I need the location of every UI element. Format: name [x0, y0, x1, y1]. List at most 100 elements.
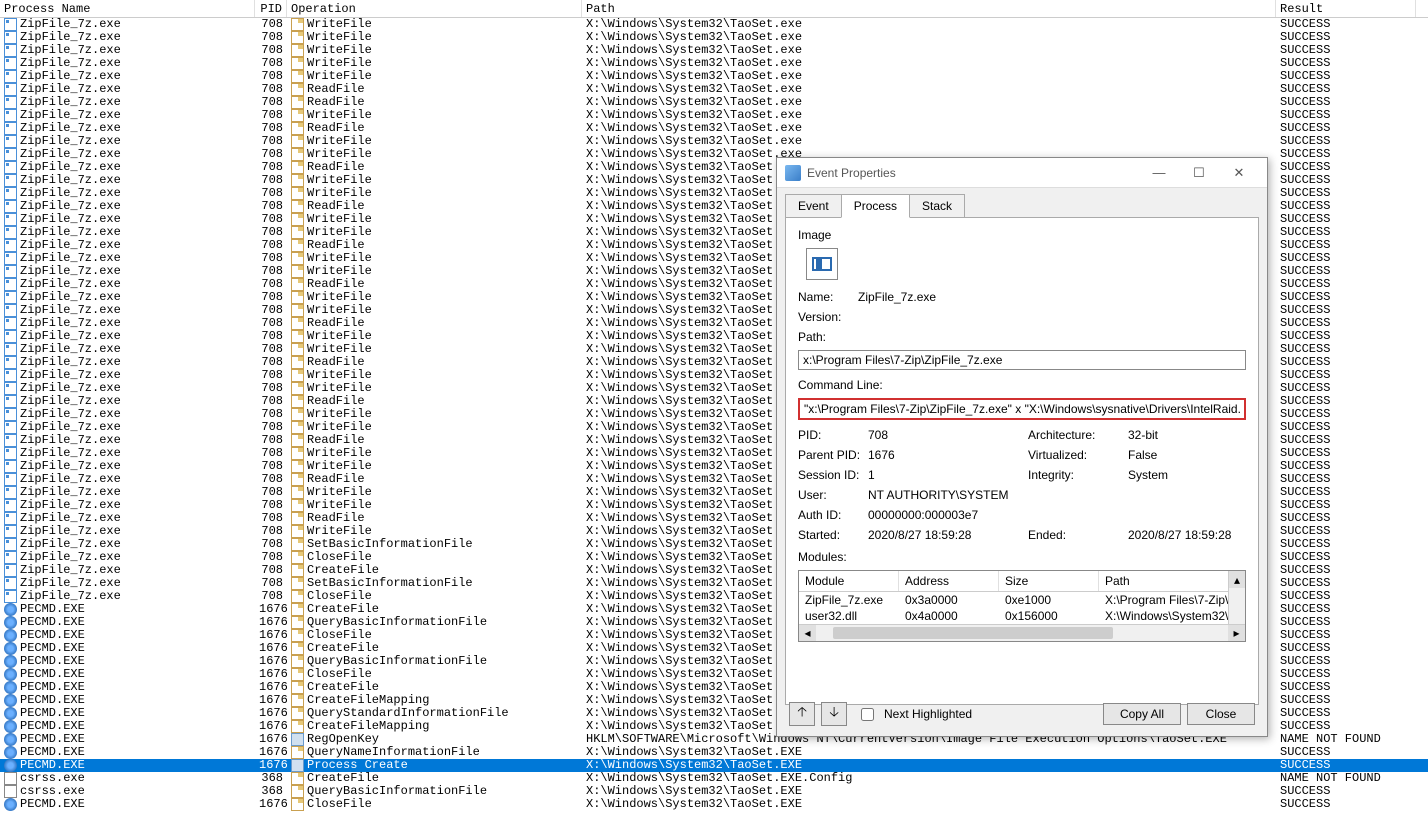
process-icon [4, 226, 17, 239]
modules-vscroll[interactable]: ▴ [1228, 571, 1245, 624]
operation-value: WriteFile [307, 135, 372, 148]
operation-value: SetBasicInformationFile [307, 538, 473, 551]
operation-icon [291, 681, 304, 694]
modules-header-address[interactable]: Address [899, 571, 999, 591]
operation-value: CloseFile [307, 629, 372, 642]
scroll-right-icon[interactable]: ▸ [1228, 625, 1245, 641]
pid-value: 708 [255, 395, 287, 408]
table-row[interactable]: ZipFile_7z.exe708WriteFileX:\Windows\Sys… [0, 18, 1428, 31]
operation-icon [291, 707, 304, 720]
process-icon [4, 499, 17, 512]
ended-label: Ended: [1028, 528, 1128, 542]
table-row[interactable]: ZipFile_7z.exe708WriteFileX:\Windows\Sys… [0, 109, 1428, 122]
process-icon [4, 395, 17, 408]
process-icon [4, 694, 17, 707]
pid-value: 708 [255, 44, 287, 57]
process-icon [4, 369, 17, 382]
path-value: X:\Windows\System32\TaoSet.EXE [582, 759, 1276, 772]
operation-icon [291, 57, 304, 70]
modules-table[interactable]: Module Address Size Path ZipFile_7z.exe0… [798, 570, 1246, 642]
cmdline-input[interactable] [798, 398, 1246, 420]
modules-hscroll[interactable]: ◂ ▸ [799, 624, 1245, 641]
result-value: SUCCESS [1276, 83, 1416, 96]
result-value: SUCCESS [1276, 252, 1416, 265]
table-row[interactable]: PECMD.EXE1676Process CreateX:\Windows\Sy… [0, 759, 1428, 772]
pid-value: 708 [255, 304, 287, 317]
operation-value: WriteFile [307, 486, 372, 499]
header-path[interactable]: Path [582, 0, 1276, 17]
process-name: ZipFile_7z.exe [20, 577, 121, 590]
operation-value: CreateFile [307, 772, 379, 785]
operation-value: QueryStandardInformationFile [307, 707, 509, 720]
process-icon [4, 759, 17, 772]
process-name: ZipFile_7z.exe [20, 447, 121, 460]
operation-value: ReadFile [307, 473, 365, 486]
sid-value: 1 [868, 468, 1028, 482]
modules-header-size[interactable]: Size [999, 571, 1099, 591]
process-name: ZipFile_7z.exe [20, 551, 121, 564]
operation-value: CreateFileMapping [307, 694, 429, 707]
tab-event[interactable]: Event [785, 194, 842, 218]
header-result[interactable]: Result [1276, 0, 1416, 17]
process-name: ZipFile_7z.exe [20, 356, 121, 369]
close-window-button[interactable]: ✕ [1219, 163, 1259, 183]
table-row[interactable]: ZipFile_7z.exe708ReadFileX:\Windows\Syst… [0, 83, 1428, 96]
operation-value: ReadFile [307, 122, 365, 135]
prev-event-button[interactable]: 🡡 [789, 702, 815, 726]
operation-icon [291, 343, 304, 356]
operation-icon [291, 252, 304, 265]
result-value: SUCCESS [1276, 629, 1416, 642]
tab-process[interactable]: Process [841, 194, 910, 218]
dialog-titlebar[interactable]: Event Properties — ☐ ✕ [777, 158, 1267, 188]
table-row[interactable]: ZipFile_7z.exe708WriteFileX:\Windows\Sys… [0, 135, 1428, 148]
copy-all-button[interactable]: Copy All [1103, 703, 1181, 725]
process-icon [4, 668, 17, 681]
process-name: ZipFile_7z.exe [20, 434, 121, 447]
close-button[interactable]: Close [1187, 703, 1255, 725]
module-row[interactable]: ZipFile_7z.exe0x3a00000xe1000X:\Program … [799, 592, 1245, 608]
tab-stack[interactable]: Stack [909, 194, 965, 218]
path-input[interactable] [798, 350, 1246, 370]
table-row[interactable]: PECMD.EXE1676QueryNameInformationFileX:\… [0, 746, 1428, 759]
hscroll-thumb[interactable] [833, 627, 1113, 639]
next-highlighted-checkbox[interactable] [861, 708, 874, 721]
tab-content-process: Image Name:ZipFile_7z.exe Version: Path:… [785, 217, 1259, 705]
pid-value: 1676 [255, 668, 287, 681]
table-row[interactable]: csrss.exe368QueryBasicInformationFileX:\… [0, 785, 1428, 798]
table-row[interactable]: ZipFile_7z.exe708WriteFileX:\Windows\Sys… [0, 44, 1428, 57]
virt-label: Virtualized: [1028, 448, 1128, 462]
operation-icon [291, 577, 304, 590]
module-row[interactable]: user32.dll0x4a00000x156000X:\Windows\Sys… [799, 608, 1245, 624]
scroll-left-icon[interactable]: ◂ [799, 625, 816, 641]
started-value: 2020/8/27 18:59:28 [868, 528, 1028, 542]
process-icon [4, 772, 17, 785]
pid-value: 708 [255, 499, 287, 512]
maximize-button[interactable]: ☐ [1179, 163, 1219, 183]
table-row[interactable]: ZipFile_7z.exe708ReadFileX:\Windows\Syst… [0, 96, 1428, 109]
modules-header-module[interactable]: Module [799, 571, 899, 591]
pid-value: 708 [255, 96, 287, 109]
process-icon [4, 564, 17, 577]
table-row[interactable]: ZipFile_7z.exe708ReadFileX:\Windows\Syst… [0, 122, 1428, 135]
operation-value: ReadFile [307, 356, 365, 369]
next-event-button[interactable]: 🡣 [821, 702, 847, 726]
pid-value: 1676 [255, 629, 287, 642]
table-row[interactable]: ZipFile_7z.exe708WriteFileX:\Windows\Sys… [0, 57, 1428, 70]
modules-header-path[interactable]: Path [1099, 571, 1245, 591]
scroll-up-icon[interactable]: ▴ [1229, 571, 1245, 588]
header-operation[interactable]: Operation [287, 0, 582, 17]
pid-value: 1676 [255, 694, 287, 707]
operation-value: CreateFile [307, 603, 379, 616]
table-row[interactable]: ZipFile_7z.exe708WriteFileX:\Windows\Sys… [0, 70, 1428, 83]
process-name: ZipFile_7z.exe [20, 304, 121, 317]
operation-value: QueryBasicInformationFile [307, 785, 487, 798]
table-row[interactable]: PECMD.EXE1676CloseFileX:\Windows\System3… [0, 798, 1428, 811]
minimize-button[interactable]: — [1139, 163, 1179, 183]
result-value: SUCCESS [1276, 421, 1416, 434]
header-pid[interactable]: PID [255, 0, 287, 17]
process-name: ZipFile_7z.exe [20, 590, 121, 603]
table-row[interactable]: csrss.exe368CreateFileX:\Windows\System3… [0, 772, 1428, 785]
table-row[interactable]: ZipFile_7z.exe708WriteFileX:\Windows\Sys… [0, 31, 1428, 44]
header-process[interactable]: Process Name [0, 0, 255, 17]
operation-value: WriteFile [307, 408, 372, 421]
